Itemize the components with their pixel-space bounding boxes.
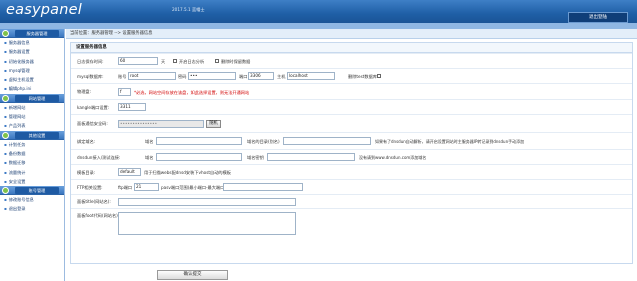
template-label: 模板目录: bbox=[77, 170, 96, 175]
secure-code-input[interactable]: ••••••••••••••• bbox=[118, 120, 204, 128]
bind-dir-input[interactable] bbox=[283, 137, 371, 145]
disk-row: 物理盘: f *必选，网站空间存放在该盘，如此选择设置，则无法开通网站 bbox=[71, 83, 632, 99]
settings-panel: 设置服务器信息 日志保存时间: 60 天 开启日志分析 删除时保留数据 mysq… bbox=[70, 42, 633, 264]
disk-label: 物理盘: bbox=[77, 89, 91, 94]
disk-select[interactable]: f bbox=[118, 88, 131, 96]
disk-note: *必选，网站空间存放在该盘，如此选择设置，则无法开通网站 bbox=[134, 90, 250, 95]
sidebar-item[interactable]: 备份数据 bbox=[0, 149, 64, 158]
mysql-pass-label: 密码 bbox=[178, 74, 187, 79]
panel-title-input[interactable] bbox=[118, 198, 296, 206]
port-label: kangle端口设置: bbox=[77, 105, 110, 110]
logout-button[interactable]: 退出登陆 bbox=[568, 12, 628, 23]
group-icon bbox=[2, 94, 9, 102]
submit-button[interactable]: 确认提交 bbox=[157, 270, 228, 280]
bind-domain-row: 绑定域名: 域名 域名的目录(别名) 如果有了dnsdun自动解析，请开启设置网… bbox=[71, 132, 632, 149]
mysql-pass-input[interactable]: ••• bbox=[188, 72, 236, 80]
dnsdun-note: 没有请到www.dnsdun.com添加域名 bbox=[359, 155, 427, 160]
sidebar-group-3[interactable]: 账号管理 bbox=[0, 186, 64, 196]
ftp-port-input[interactable]: 21 bbox=[134, 183, 159, 191]
breadcrumb: 当前位置：服务器管理 --> 设置服务器信息 bbox=[66, 29, 637, 39]
sidebar-item[interactable]: 编辑php.ini bbox=[0, 84, 64, 93]
bind-domain-note: 如果有了dnsdun自动解析，请开启设置网站时主服务器IP转记录到dnsdun手… bbox=[375, 139, 525, 144]
main-content: 当前位置：服务器管理 --> 设置服务器信息 设置服务器信息 日志保存时间: 6… bbox=[66, 29, 637, 281]
log-analysis-label: 开启日志分析 bbox=[179, 59, 205, 64]
bind-dir-label: 域名的目录(别名) bbox=[247, 139, 280, 144]
ftp-label: FTP相关设置: bbox=[77, 185, 103, 190]
pasv-range-input[interactable] bbox=[223, 183, 303, 191]
log-days-input[interactable]: 60 bbox=[118, 57, 158, 65]
keep-data-checkbox[interactable] bbox=[215, 59, 219, 63]
sidebar-group-title: 账号管理 bbox=[15, 187, 59, 195]
log-analysis-checkbox[interactable] bbox=[173, 59, 177, 63]
sidebar-item[interactable]: 退出登录 bbox=[0, 204, 64, 213]
sidebar-group-title: 其他设置 bbox=[15, 131, 59, 139]
dnsdun-label: dnsdun接入/测试连接: bbox=[77, 155, 121, 160]
mysql-label: mysql数据库: bbox=[77, 74, 104, 79]
panel-title: 设置服务器信息 bbox=[71, 43, 632, 53]
bind-domain-label: 绑定域名: bbox=[77, 139, 96, 144]
dnsdun-domain-input[interactable] bbox=[156, 153, 242, 161]
dnsdun-key-input[interactable] bbox=[267, 153, 355, 161]
sidebar-group-title: 网站管理 bbox=[15, 94, 59, 102]
dnsdun-row: dnsdun接入/测试连接: 域名 域名密钥 没有请到www.dnsdun.co… bbox=[71, 149, 632, 164]
sidebar-item[interactable]: 服务器设置 bbox=[0, 47, 64, 56]
sidebar-group-0[interactable]: 服务器管理 bbox=[0, 29, 64, 38]
footer-row: 面板foot代码(网站名): bbox=[71, 208, 632, 238]
group-icon bbox=[2, 131, 9, 139]
template-row: 模板目录: default 用于扫描webs配dnsd安装下vhost自动的模板 bbox=[71, 164, 632, 179]
sidebar-item[interactable]: 修改账号信息 bbox=[0, 195, 64, 204]
log-days-row: 日志保存时间: 60 天 开启日志分析 删除时保留数据 bbox=[71, 53, 632, 68]
sidebar-item[interactable]: 数据迁移 bbox=[0, 158, 64, 167]
group-icon bbox=[2, 30, 9, 37]
secure-code-row: 面板通信安全码: ••••••••••••••• 随机 bbox=[71, 114, 632, 132]
drop-test-db-checkbox[interactable] bbox=[377, 74, 381, 78]
ftp-port-label: ftp端口 bbox=[118, 185, 133, 190]
secure-code-label: 面板通信安全码: bbox=[77, 121, 108, 126]
sidebar-group-2[interactable]: 其他设置 bbox=[0, 130, 64, 140]
mysql-user-label: 账号 bbox=[118, 74, 127, 79]
sidebar-group-title: 服务器管理 bbox=[15, 30, 59, 37]
panel-footer-label: 面板foot代码(网站名): bbox=[77, 213, 120, 218]
group-icon bbox=[2, 187, 9, 195]
mysql-row: mysql数据库: 账号 root 密码 ••• 端口 3306 主机 loca… bbox=[71, 68, 632, 83]
log-days-label: 日志保存时间: bbox=[77, 59, 104, 64]
mysql-user-input[interactable]: root bbox=[128, 72, 176, 80]
mysql-port-label: 端口 bbox=[239, 74, 248, 79]
sidebar-item[interactable]: mysql管理 bbox=[0, 66, 64, 75]
sidebar: 服务器管理服务器信息服务器设置初始化服务器mysql管理虚拟主机设置编辑php.… bbox=[0, 29, 65, 281]
port-row: kangle端口设置: 3311 bbox=[71, 99, 632, 114]
port-input[interactable]: 3311 bbox=[118, 103, 146, 111]
dnsdun-key-label: 域名密钥 bbox=[247, 155, 264, 160]
top-bar: easypanel 2017.5.1 蓝帽士 退出登陆 bbox=[0, 0, 637, 23]
ftp-row: FTP相关设置: ftp端口 21 pasv端口范围(最小端口-最大端口) bbox=[71, 179, 632, 194]
mysql-port-input[interactable]: 3306 bbox=[248, 72, 274, 80]
template-note: 用于扫描webs配dnsd安装下vhost自动的模板 bbox=[144, 170, 231, 175]
random-button[interactable]: 随机 bbox=[206, 120, 221, 128]
pasv-range-label: pasv端口范围(最小端口-最大端口) bbox=[161, 185, 226, 190]
sidebar-item[interactable]: 新增网站 bbox=[0, 103, 64, 112]
app-logo: easypanel bbox=[6, 2, 82, 18]
sidebar-item[interactable]: 产品列表 bbox=[0, 121, 64, 130]
sidebar-item[interactable]: 安全设置 bbox=[0, 177, 64, 186]
sidebar-item[interactable]: 服务器信息 bbox=[0, 38, 64, 47]
mysql-host-input[interactable]: localhost bbox=[287, 72, 335, 80]
mysql-host-label: 主机 bbox=[277, 74, 286, 79]
bind-domain-name-label: 域名 bbox=[145, 139, 154, 144]
log-days-unit: 天 bbox=[161, 59, 166, 64]
template-select[interactable]: default bbox=[118, 168, 141, 176]
bind-domain-input[interactable] bbox=[156, 137, 242, 145]
dnsdun-domain-label: 域名 bbox=[145, 155, 154, 160]
sidebar-item[interactable]: 流量统计 bbox=[0, 168, 64, 177]
sidebar-item[interactable]: 计划任务 bbox=[0, 140, 64, 149]
sidebar-item[interactable]: 虚拟主机设置 bbox=[0, 75, 64, 84]
title-row: 面板title(网站名): bbox=[71, 194, 632, 208]
panel-footer-textarea[interactable] bbox=[118, 212, 296, 235]
keep-data-label: 删除时保留数据 bbox=[221, 59, 251, 64]
drop-test-db-label: 删除test数据库 bbox=[348, 74, 377, 79]
header-info: 2017.5.1 蓝帽士 bbox=[172, 7, 205, 12]
sidebar-item[interactable]: 初始化服务器 bbox=[0, 57, 64, 66]
sidebar-item[interactable]: 管理网站 bbox=[0, 112, 64, 121]
panel-title-label: 面板title(网站名): bbox=[77, 199, 111, 204]
sidebar-group-1[interactable]: 网站管理 bbox=[0, 93, 64, 103]
